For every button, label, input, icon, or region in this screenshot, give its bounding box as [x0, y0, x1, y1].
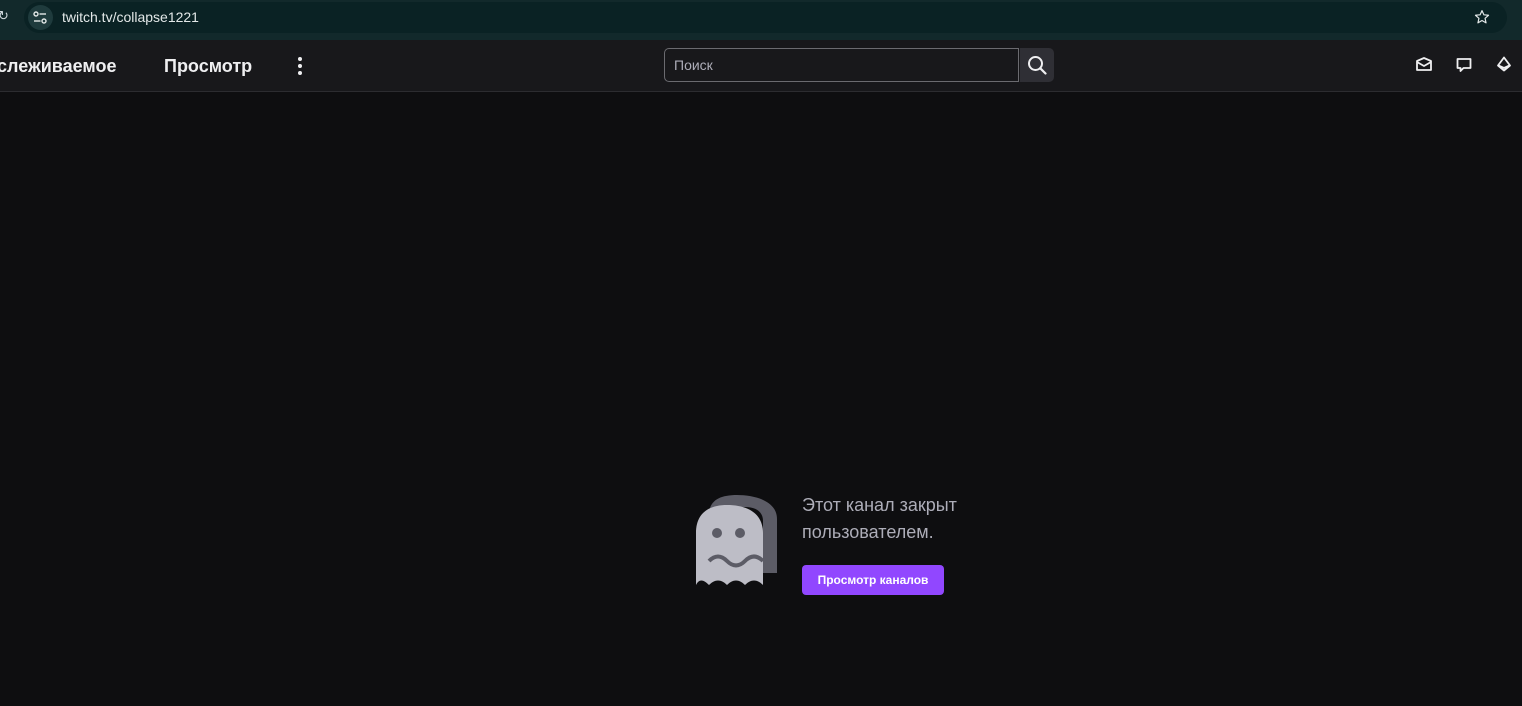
search-button[interactable] [1020, 48, 1054, 82]
search-input[interactable] [664, 48, 1019, 82]
bookmark-star-icon[interactable] [1473, 8, 1491, 26]
reload-icon[interactable]: ↻ [0, 9, 9, 23]
url-text[interactable]: twitch.tv/collapse1221 [62, 9, 199, 26]
whispers-icon[interactable] [1454, 55, 1474, 75]
nav-browse-link[interactable]: Просмотр [164, 55, 252, 77]
inbox-icon[interactable] [1414, 55, 1434, 75]
search-icon [1028, 56, 1047, 75]
more-vertical-icon[interactable] [290, 54, 310, 78]
ghost-icon [696, 495, 777, 585]
site-info-icon[interactable] [28, 5, 53, 30]
nav-following-link[interactable]: слеживаемое [0, 55, 117, 77]
top-navigation: слеживаемое Просмотр [0, 40, 1522, 92]
channel-content [0, 92, 1522, 706]
channel-closed-message: Этот канал закрыт пользователем. [802, 495, 957, 542]
address-bar[interactable]: twitch.tv/collapse1221 [24, 2, 1507, 33]
browser-toolbar: ↻ twitch.tv/collapse1221 [0, 0, 1522, 34]
browse-channels-button[interactable]: Просмотр каналов [802, 565, 944, 595]
bits-icon[interactable] [1494, 55, 1514, 75]
